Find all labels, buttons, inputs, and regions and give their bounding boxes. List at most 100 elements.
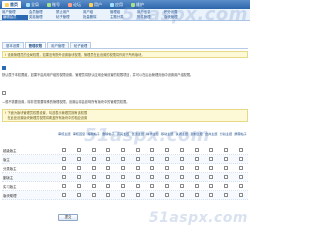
permission-checkbox[interactable] — [91, 166, 96, 170]
grid-row: 版块助理 — [2, 191, 248, 200]
permission-checkbox[interactable] — [223, 148, 228, 152]
permission-checkbox[interactable] — [135, 175, 140, 179]
permission-checkbox[interactable] — [91, 157, 96, 161]
permission-checkbox[interactable] — [150, 184, 155, 188]
permission-checkbox[interactable] — [179, 148, 184, 152]
permission-checkbox[interactable] — [106, 166, 111, 170]
grid-row-label: 超级版主 — [3, 148, 17, 153]
permission-checkbox[interactable] — [194, 157, 199, 161]
grid-cell — [189, 157, 204, 161]
permission-checkbox[interactable] — [165, 175, 170, 179]
permission-checkbox[interactable] — [135, 193, 140, 197]
permission-checkbox[interactable] — [194, 193, 199, 197]
permission-checkbox[interactable] — [150, 157, 155, 161]
permission-checkbox[interactable] — [150, 193, 155, 197]
permission-checkbox[interactable] — [77, 175, 82, 179]
permission-checkbox[interactable] — [106, 193, 111, 197]
permission-checkbox[interactable] — [62, 184, 67, 188]
permission-checkbox[interactable] — [62, 166, 67, 170]
permission-checkbox[interactable] — [179, 184, 184, 188]
permission-checkbox[interactable] — [238, 148, 243, 152]
permission-checkbox[interactable] — [194, 148, 199, 152]
permission-checkbox[interactable] — [91, 148, 96, 152]
permission-checkbox[interactable] — [77, 184, 82, 188]
permission-checkbox[interactable] — [209, 193, 214, 197]
permission-checkbox[interactable] — [135, 148, 140, 152]
permission-checkbox[interactable] — [106, 184, 111, 188]
permission-checkbox[interactable] — [238, 184, 243, 188]
permission-checkbox[interactable] — [135, 166, 140, 170]
permission-checkbox[interactable] — [62, 175, 67, 179]
permission-checkbox[interactable] — [194, 184, 199, 188]
permission-checkbox[interactable] — [150, 148, 155, 152]
permission-checkbox[interactable] — [77, 148, 82, 152]
permission-checkbox[interactable] — [238, 175, 243, 179]
permission-checkbox[interactable] — [223, 157, 228, 161]
permission-checkbox[interactable] — [135, 184, 140, 188]
grid-cell — [160, 184, 175, 188]
permission-checkbox[interactable] — [209, 148, 214, 152]
permission-checkbox[interactable] — [121, 166, 126, 170]
permission-checkbox[interactable] — [62, 157, 67, 161]
permission-checkbox[interactable] — [121, 193, 126, 197]
permission-checkbox[interactable] — [179, 175, 184, 179]
sub-nav-item[interactable]: 编辑会员 — [2, 15, 28, 20]
permission-checkbox[interactable] — [106, 157, 111, 161]
permission-checkbox[interactable] — [77, 157, 82, 161]
option-checkbox-1[interactable] — [2, 66, 6, 70]
permission-checkbox[interactable] — [165, 157, 170, 161]
permission-checkbox[interactable] — [194, 166, 199, 170]
permission-checkbox[interactable] — [209, 184, 214, 188]
permission-checkbox[interactable] — [223, 193, 228, 197]
top-nav-item[interactable]: 全局 — [23, 1, 42, 8]
permission-checkbox[interactable] — [62, 148, 67, 152]
submit-button[interactable]: 提交 — [58, 214, 78, 221]
permission-checkbox[interactable] — [194, 175, 199, 179]
permission-checkbox[interactable] — [223, 175, 228, 179]
permission-checkbox[interactable] — [223, 166, 228, 170]
top-nav-item[interactable]: 首页 — [2, 1, 21, 8]
permission-checkbox[interactable] — [165, 166, 170, 170]
permission-checkbox[interactable] — [135, 157, 140, 161]
permission-checkbox[interactable] — [91, 193, 96, 197]
permission-checkbox[interactable] — [179, 166, 184, 170]
permission-checkbox[interactable] — [121, 157, 126, 161]
grid-cell — [204, 184, 219, 188]
permission-checkbox[interactable] — [179, 157, 184, 161]
permission-checkbox[interactable] — [91, 175, 96, 179]
grid-cell — [160, 157, 175, 161]
permission-checkbox[interactable] — [238, 157, 243, 161]
warning-icon: ! — [5, 111, 7, 115]
permission-checkbox[interactable] — [121, 184, 126, 188]
permission-checkbox[interactable] — [77, 166, 82, 170]
permission-checkbox[interactable] — [106, 148, 111, 152]
permission-checkbox[interactable] — [238, 166, 243, 170]
permission-checkbox[interactable] — [223, 184, 228, 188]
permission-checkbox[interactable] — [238, 193, 243, 197]
permission-checkbox[interactable] — [121, 175, 126, 179]
top-nav-item[interactable]: 论坛 — [65, 1, 84, 8]
permission-checkbox[interactable] — [209, 157, 214, 161]
grid-cell — [204, 193, 219, 197]
permission-checkbox[interactable] — [165, 148, 170, 152]
permission-checkbox[interactable] — [91, 184, 96, 188]
sub-nav-item[interactable]: 批量删除 — [83, 15, 109, 20]
permission-checkbox[interactable] — [179, 193, 184, 197]
grid-cell — [101, 166, 116, 170]
permission-checkbox[interactable] — [121, 148, 126, 152]
sub-nav-item[interactable]: 奖惩管理 — [29, 15, 55, 20]
permission-checkbox[interactable] — [77, 193, 82, 197]
permission-checkbox[interactable] — [150, 175, 155, 179]
sub-nav-item[interactable]: 帖子管理 — [56, 15, 82, 20]
grid-cell — [116, 175, 131, 179]
permission-checkbox[interactable] — [209, 175, 214, 179]
top-nav-item[interactable]: 用户 — [86, 1, 105, 8]
permission-checkbox[interactable] — [209, 166, 214, 170]
option-checkbox-2[interactable] — [2, 91, 6, 95]
permission-checkbox[interactable] — [165, 184, 170, 188]
permission-checkbox[interactable] — [165, 193, 170, 197]
permission-checkbox[interactable] — [106, 175, 111, 179]
permission-checkbox[interactable] — [62, 193, 67, 197]
permission-checkbox[interactable] — [150, 166, 155, 170]
top-nav-item[interactable]: 账号 — [44, 1, 63, 8]
